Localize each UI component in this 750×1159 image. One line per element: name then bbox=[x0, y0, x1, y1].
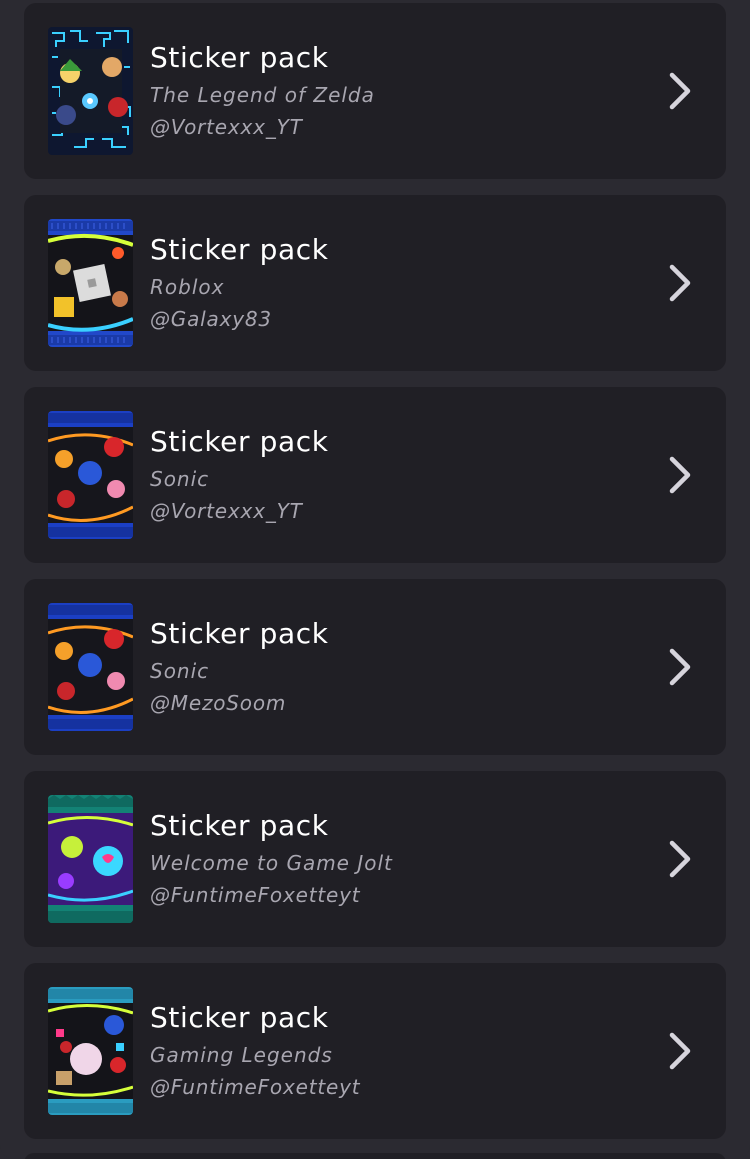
sticker-pack-card[interactable]: Sticker pack Roblox @Galaxy83 bbox=[24, 195, 726, 371]
chevron-right-icon[interactable] bbox=[664, 839, 696, 879]
pack-game: Welcome to Game Jolt bbox=[150, 851, 393, 875]
sticker-pack-card[interactable]: Sticker pack Gaming Legends @FuntimeFoxe… bbox=[24, 963, 726, 1139]
pack-author[interactable]: @Vortexxx_YT bbox=[150, 115, 303, 139]
chevron-right-icon[interactable] bbox=[664, 455, 696, 495]
sticker-pack-card-partial[interactable] bbox=[24, 1153, 726, 1159]
pack-author[interactable]: @FuntimeFoxetteyt bbox=[150, 1075, 360, 1099]
pack-title: Sticker pack bbox=[150, 809, 329, 842]
pack-game: Roblox bbox=[150, 275, 225, 299]
pack-game: Gaming Legends bbox=[150, 1043, 333, 1067]
pack-title: Sticker pack bbox=[150, 41, 329, 74]
sonic-pack-art bbox=[48, 603, 133, 731]
gamejolt-pack-art bbox=[48, 795, 133, 923]
pack-title: Sticker pack bbox=[150, 233, 329, 266]
sticker-pack-card[interactable]: Sticker pack Welcome to Game Jolt @Funti… bbox=[24, 771, 726, 947]
sonic-pack-art bbox=[48, 411, 133, 539]
pack-game: Sonic bbox=[150, 659, 210, 683]
pack-title: Sticker pack bbox=[150, 425, 329, 458]
pack-author[interactable]: @Galaxy83 bbox=[150, 307, 272, 331]
roblox-pack-art bbox=[48, 219, 133, 347]
sticker-pack-list: Sticker pack The Legend of Zelda @Vortex… bbox=[0, 0, 750, 1159]
pack-title: Sticker pack bbox=[150, 1001, 329, 1034]
sticker-pack-card[interactable]: Sticker pack The Legend of Zelda @Vortex… bbox=[24, 3, 726, 179]
zelda-pack-art bbox=[48, 27, 133, 155]
legends-pack-art bbox=[48, 987, 133, 1115]
pack-author[interactable]: @MezoSoom bbox=[150, 691, 286, 715]
pack-game: Sonic bbox=[150, 467, 210, 491]
chevron-right-icon[interactable] bbox=[664, 71, 696, 111]
sticker-pack-card[interactable]: Sticker pack Sonic @MezoSoom bbox=[24, 579, 726, 755]
pack-author[interactable]: @Vortexxx_YT bbox=[150, 499, 303, 523]
pack-author[interactable]: @FuntimeFoxetteyt bbox=[150, 883, 360, 907]
sticker-pack-card[interactable]: Sticker pack Sonic @Vortexxx_YT bbox=[24, 387, 726, 563]
chevron-right-icon[interactable] bbox=[664, 1031, 696, 1071]
pack-game: The Legend of Zelda bbox=[150, 83, 375, 107]
chevron-right-icon[interactable] bbox=[664, 647, 696, 687]
pack-title: Sticker pack bbox=[150, 617, 329, 650]
chevron-right-icon[interactable] bbox=[664, 263, 696, 303]
